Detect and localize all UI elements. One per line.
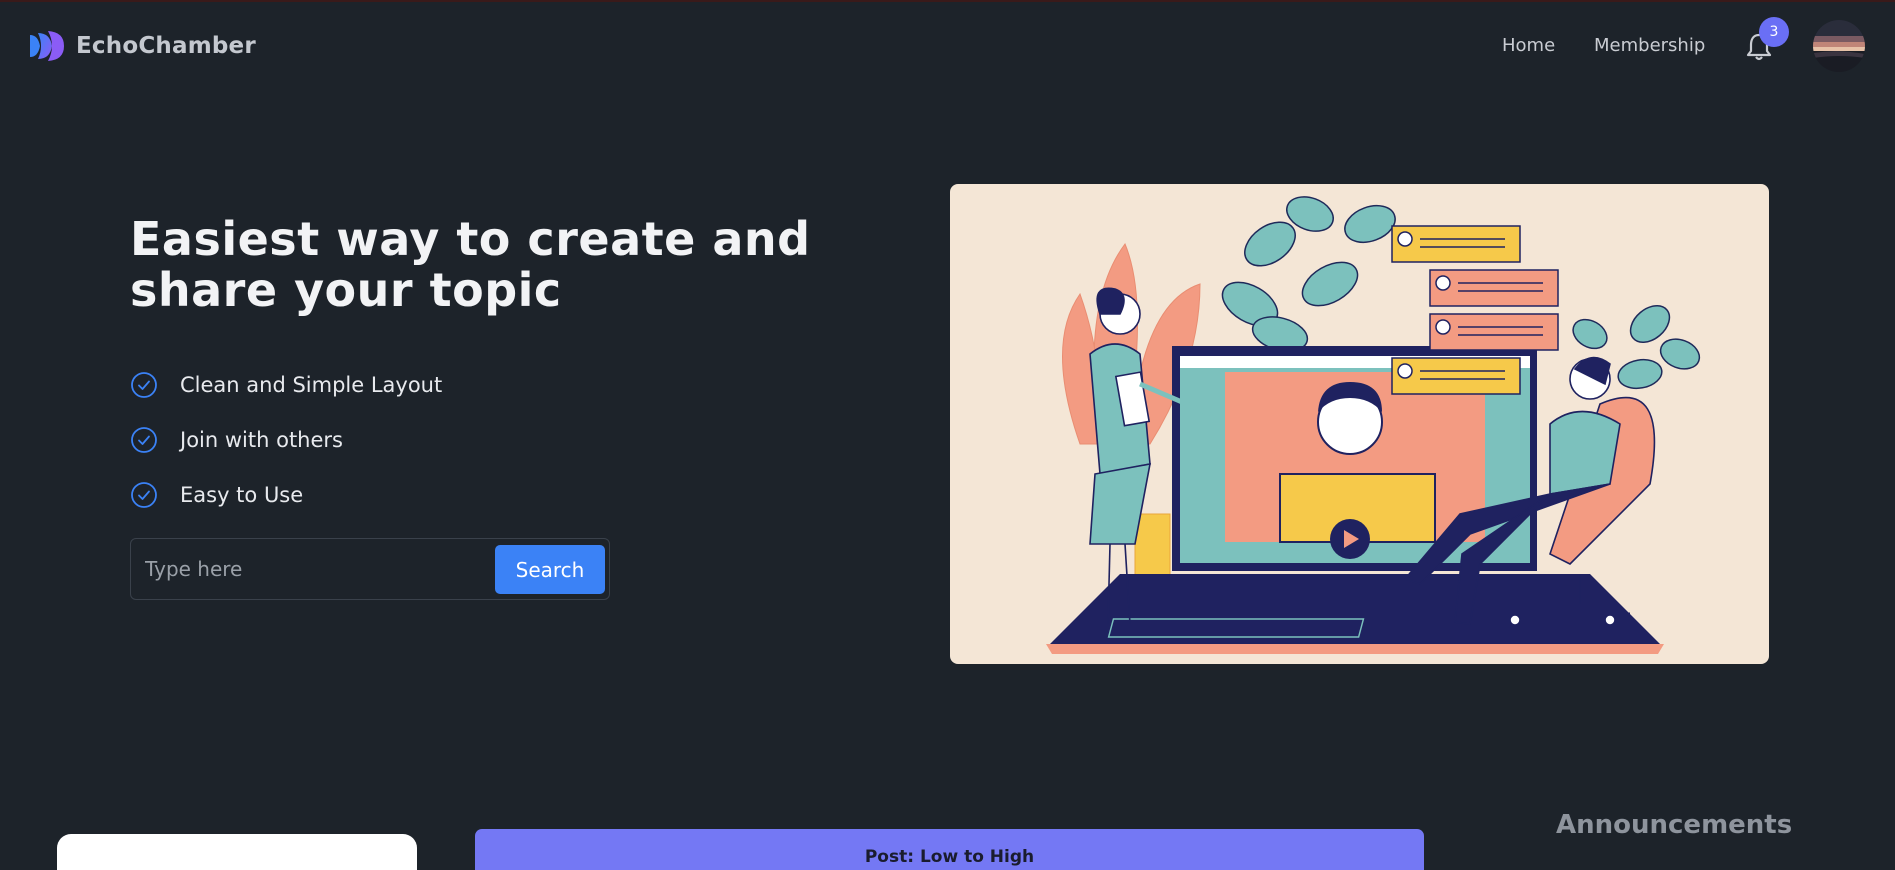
feature-item: Easy to Use [130, 467, 442, 522]
feature-item: Clean and Simple Layout [130, 357, 442, 412]
user-avatar[interactable] [1813, 20, 1865, 72]
check-circle-icon [131, 371, 157, 398]
search-input[interactable] [145, 549, 485, 589]
navbar: EchoChamber Home Membership 3 [0, 2, 1895, 90]
brand-logo-icon [30, 31, 64, 61]
feature-label: Join with others [180, 427, 343, 452]
hero-title: Easiest way to create and share your top… [130, 212, 811, 317]
search-box: Search [130, 538, 610, 600]
check-circle-icon [131, 481, 157, 508]
hero-illustration [950, 184, 1769, 664]
notification-badge: 3 [1759, 17, 1789, 47]
brand-name: EchoChamber [76, 33, 256, 59]
video-call-illustration [1046, 196, 1701, 654]
feature-item: Join with others [130, 412, 442, 467]
sort-toggle[interactable]: Post: Low to High [475, 829, 1424, 870]
nav-home-link[interactable]: Home [1502, 35, 1555, 56]
check-circle-icon [131, 426, 157, 453]
nav-membership-link[interactable]: Membership [1594, 35, 1705, 56]
brand-link[interactable]: EchoChamber [28, 29, 256, 63]
sort-label: Post: Low to High [864, 847, 1035, 867]
feature-list: Clean and Simple Layout Join with others… [130, 357, 442, 522]
announcements-title: Announcements [1556, 810, 1793, 840]
avatar-image [1813, 20, 1865, 72]
feature-label: Clean and Simple Layout [180, 372, 443, 397]
search-button[interactable]: Search [495, 545, 605, 594]
profile-card [57, 834, 417, 870]
feature-label: Easy to Use [180, 482, 304, 507]
